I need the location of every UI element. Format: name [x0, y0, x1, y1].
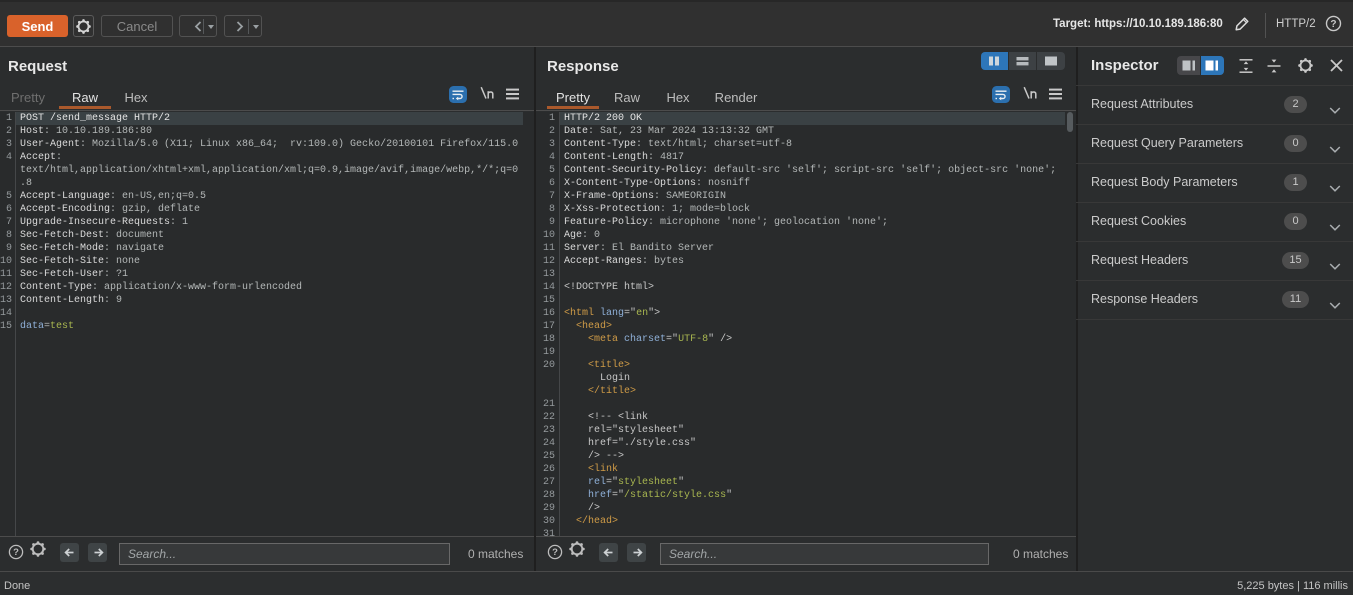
svg-text:?: ?: [1330, 19, 1336, 30]
svg-text:?: ?: [552, 547, 558, 558]
svg-text:?: ?: [13, 547, 19, 558]
